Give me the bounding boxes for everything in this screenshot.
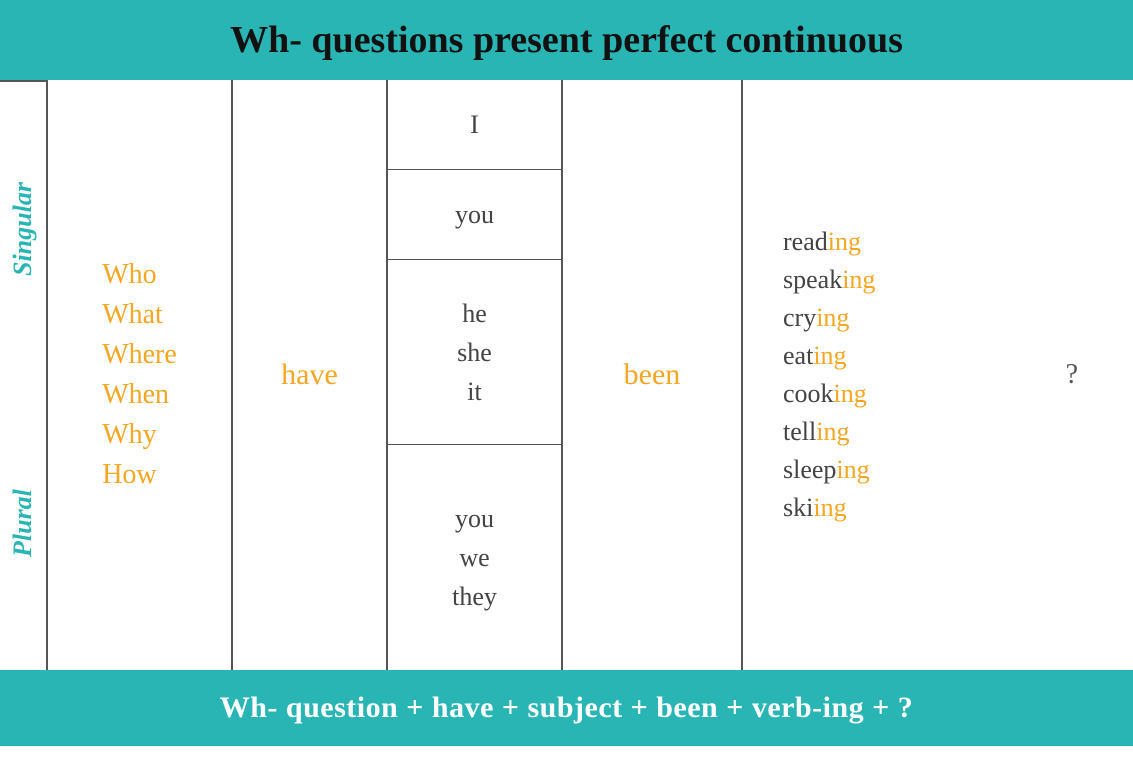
verb-speaking: speaking [783, 265, 875, 295]
subject-you-singular: you [388, 170, 561, 260]
verb-telling: telling [783, 417, 849, 447]
verb-crying: crying [783, 303, 849, 333]
verb-reading: reading [783, 227, 861, 257]
wh-word-why: Why [102, 419, 177, 451]
singular-label: Singular [0, 80, 46, 376]
subject-youwethy: youwethey [388, 445, 561, 670]
wh-words-column: Who What Where When Why How [48, 80, 233, 670]
wh-word-what: What [102, 299, 177, 331]
wh-word-when: When [102, 379, 177, 411]
subject-i-text: I [470, 105, 479, 144]
main-table: Singular Plural Who What Where When Why … [0, 80, 1133, 670]
been-text: been [624, 358, 681, 392]
wh-word-where: Where [102, 339, 177, 371]
page-title: Wh- questions present perfect continuous [230, 19, 903, 61]
subject-youwethy-text: youwethey [452, 499, 497, 616]
verb-skiing: skiing [783, 493, 847, 523]
verb-eating: eating [783, 341, 847, 371]
wh-word-who: Who [102, 259, 177, 291]
verbing-column: reading speaking crying eating cooking t… [743, 80, 1133, 670]
subject-i: I [388, 80, 561, 170]
wh-word-how: How [102, 459, 177, 491]
subject-heshit: hesheit [388, 260, 561, 445]
subject-column: I you hesheit youwethey [388, 80, 563, 670]
footer-formula: Wh- question + have + subject + been + v… [220, 691, 914, 725]
have-column: have [233, 80, 388, 670]
wh-words-list: Who What Where When Why How [92, 249, 187, 501]
verb-cooking: cooking [783, 379, 867, 409]
number-labels: Singular Plural [0, 80, 48, 670]
header: Wh- questions present perfect continuous [0, 0, 1133, 80]
subject-heshit-text: hesheit [457, 294, 492, 411]
footer: Wh- question + have + subject + been + v… [0, 670, 1133, 746]
plural-label: Plural [0, 376, 46, 670]
subject-you-singular-text: you [455, 195, 494, 234]
been-column: been [563, 80, 743, 670]
have-text: have [281, 358, 338, 392]
verb-sleeping: sleeping [783, 455, 870, 485]
question-mark: ? [1066, 359, 1078, 391]
